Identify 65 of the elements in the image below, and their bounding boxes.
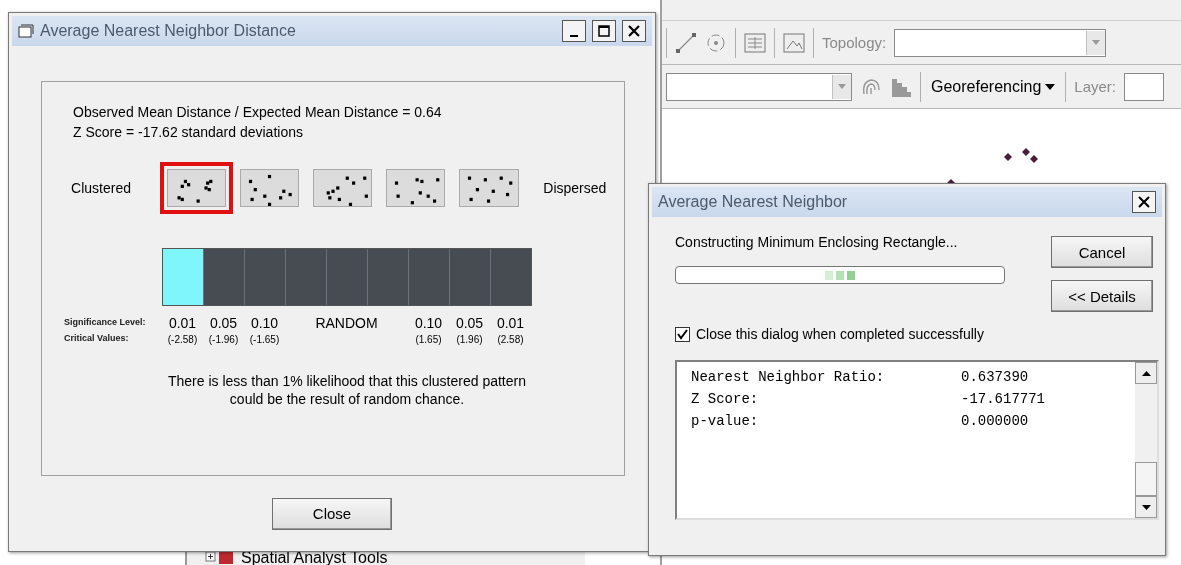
details-button[interactable]: << Details xyxy=(1051,280,1153,312)
critical-value: (-1.96) xyxy=(208,333,239,346)
topology-dropdown[interactable] xyxy=(894,28,1107,57)
rotate-icon[interactable] xyxy=(705,31,727,54)
result-label: p-value: xyxy=(691,412,760,431)
significance-value: 0.01 xyxy=(168,316,197,331)
close-icon xyxy=(628,25,640,37)
close-button[interactable] xyxy=(1132,191,1156,213)
significance-value: 0.05 xyxy=(455,316,484,331)
result-label: Nearest Neighbor Ratio: xyxy=(691,368,886,387)
clustered-label: Clustered xyxy=(70,180,133,196)
checkbox-label: Close this dialog when completed successfully xyxy=(696,326,984,342)
summary-text: Z Score = -17.62 standard deviations xyxy=(73,123,304,142)
histogram-icon[interactable] xyxy=(890,76,912,97)
caret-icon xyxy=(1045,83,1056,90)
point-icon xyxy=(1004,153,1012,161)
caret-icon xyxy=(838,84,846,89)
dispersed-label: Dispersed xyxy=(542,180,608,196)
critical-value: (-1.65) xyxy=(249,333,280,346)
result-value: 0.000000 xyxy=(961,412,1030,431)
random-label: RANDOM xyxy=(315,316,378,331)
scroll-down-button[interactable] xyxy=(1135,496,1157,518)
significance-value: 0.10 xyxy=(414,316,443,331)
checkmark-icon xyxy=(677,328,688,340)
layer-dropdown[interactable] xyxy=(666,72,852,101)
window-icon xyxy=(18,24,34,38)
significance-value: 0.05 xyxy=(209,316,238,331)
status-text: Constructing Minimum Enclosing Rectangle... xyxy=(675,234,959,250)
minimize-button[interactable] xyxy=(562,20,586,42)
line-edit-icon[interactable] xyxy=(675,31,697,54)
window-title: Average Nearest Neighbor Distance xyxy=(40,22,297,40)
critical-value: (-2.58) xyxy=(167,333,198,346)
checkbox[interactable] xyxy=(675,326,690,342)
critical-value: (1.96) xyxy=(456,333,483,346)
image-icon[interactable] xyxy=(783,32,805,53)
up-arrow-icon xyxy=(1141,370,1151,376)
scroll-up-button[interactable] xyxy=(1135,362,1157,384)
marquee-icon xyxy=(825,270,855,280)
conclusion-text: There is less than 1% likelihood that this clustered pattern could be the result of random chance. xyxy=(167,372,527,408)
result-value: -17.617771 xyxy=(961,390,1046,409)
caret-icon xyxy=(1092,40,1101,45)
result-label: Z Score: xyxy=(691,390,760,409)
close-button[interactable] xyxy=(622,20,646,42)
summary-text: Observed Mean Distance / Expected Mean Distance = 0.64 xyxy=(73,103,443,122)
maximize-button[interactable] xyxy=(592,20,616,42)
minimize-icon xyxy=(570,35,578,37)
down-arrow-icon xyxy=(1141,504,1151,510)
close-icon xyxy=(1138,196,1150,208)
georeferencing-menu[interactable]: Georeferencing xyxy=(929,73,1058,100)
topology-label: Topology: xyxy=(822,34,887,51)
table-icon[interactable] xyxy=(744,32,766,53)
result-value: 0.637390 xyxy=(961,368,1030,387)
window-title: Average Nearest Neighbor xyxy=(658,193,849,211)
significance-value: 0.01 xyxy=(496,316,525,331)
close-dialog-button[interactable]: Close xyxy=(272,497,392,530)
critical-values-label: Critical Values: xyxy=(64,332,130,345)
critical-value: (1.65) xyxy=(415,333,442,346)
georef-layer-field[interactable] xyxy=(1124,72,1164,101)
cancel-button[interactable]: Cancel xyxy=(1051,236,1153,268)
significance-value: 0.10 xyxy=(250,316,279,331)
critical-value: (2.58) xyxy=(497,333,524,346)
scroll-thumb[interactable] xyxy=(1135,462,1157,496)
maximize-icon xyxy=(598,25,610,37)
significance-label: Significance Level: xyxy=(64,316,147,329)
layer-label: Layer: xyxy=(1074,78,1116,95)
